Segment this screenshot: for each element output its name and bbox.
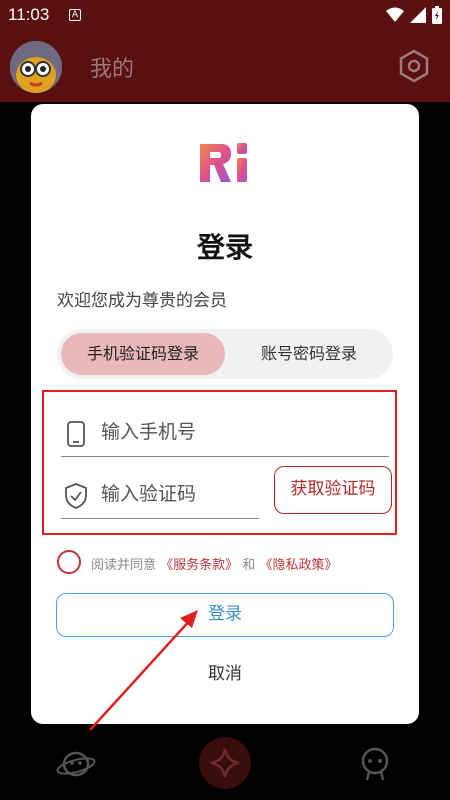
phone-placeholder: 输入手机号 (101, 421, 197, 443)
tab-password-login[interactable]: 账号密码登录 (227, 329, 391, 379)
phone-input[interactable]: 输入手机号 (61, 407, 389, 457)
login-dialog: 登录 欢迎您成为尊贵的会员 手机验证码登录 账号密码登录 输入手机号 输入验证码… (31, 104, 419, 724)
agreement-row: 阅读并同意 《服务条款》 和 《隐私政策》 (57, 550, 397, 576)
sparkle-icon (210, 748, 240, 778)
app-header: 我的 (0, 32, 450, 102)
screen: 11:03 A 我的 登录 欢迎您成为尊贵的会员 手机验证码登录 账号密码登录 … (0, 0, 450, 800)
status-time: 11:03 (8, 5, 50, 24)
agree-radio[interactable] (57, 550, 81, 574)
phone-icon (67, 421, 85, 447)
settings-icon[interactable] (396, 48, 432, 84)
code-placeholder: 输入验证码 (101, 483, 197, 505)
welcome-text: 欢迎您成为尊贵的会员 (57, 291, 227, 311)
notification-icon: A (69, 9, 81, 21)
get-code-button[interactable]: 获取验证码 (274, 466, 392, 514)
robot-icon[interactable] (355, 744, 395, 784)
app-logo (200, 143, 247, 182)
star-tab-button[interactable] (199, 737, 251, 789)
terms-link[interactable]: 《服务条款》 (160, 558, 238, 573)
agreement-text: 阅读并同意 《服务条款》 和 《隐私政策》 (91, 554, 337, 573)
code-input[interactable]: 输入验证码 (61, 469, 259, 519)
bottom-nav (0, 724, 450, 800)
battery-icon (432, 6, 442, 24)
login-tabs: 手机验证码登录 账号密码登录 (57, 329, 393, 379)
planet-icon[interactable] (56, 744, 96, 784)
cancel-button[interactable]: 取消 (31, 659, 419, 684)
privacy-link[interactable]: 《隐私政策》 (259, 558, 337, 573)
dialog-title: 登录 (196, 231, 253, 264)
wifi-icon (386, 7, 404, 22)
signal-icon (410, 7, 426, 23)
page-title: 我的 (90, 57, 135, 82)
status-bar: 11:03 A (0, 0, 450, 32)
avatar[interactable] (10, 41, 62, 93)
tab-sms-login[interactable]: 手机验证码登录 (61, 333, 225, 375)
shield-check-icon (65, 483, 87, 509)
agree-prefix: 阅读并同意 (91, 558, 157, 573)
avatar-image (10, 41, 62, 93)
login-button[interactable]: 登录 (56, 593, 394, 637)
status-icons (386, 6, 442, 24)
agree-and: 和 (242, 558, 256, 573)
